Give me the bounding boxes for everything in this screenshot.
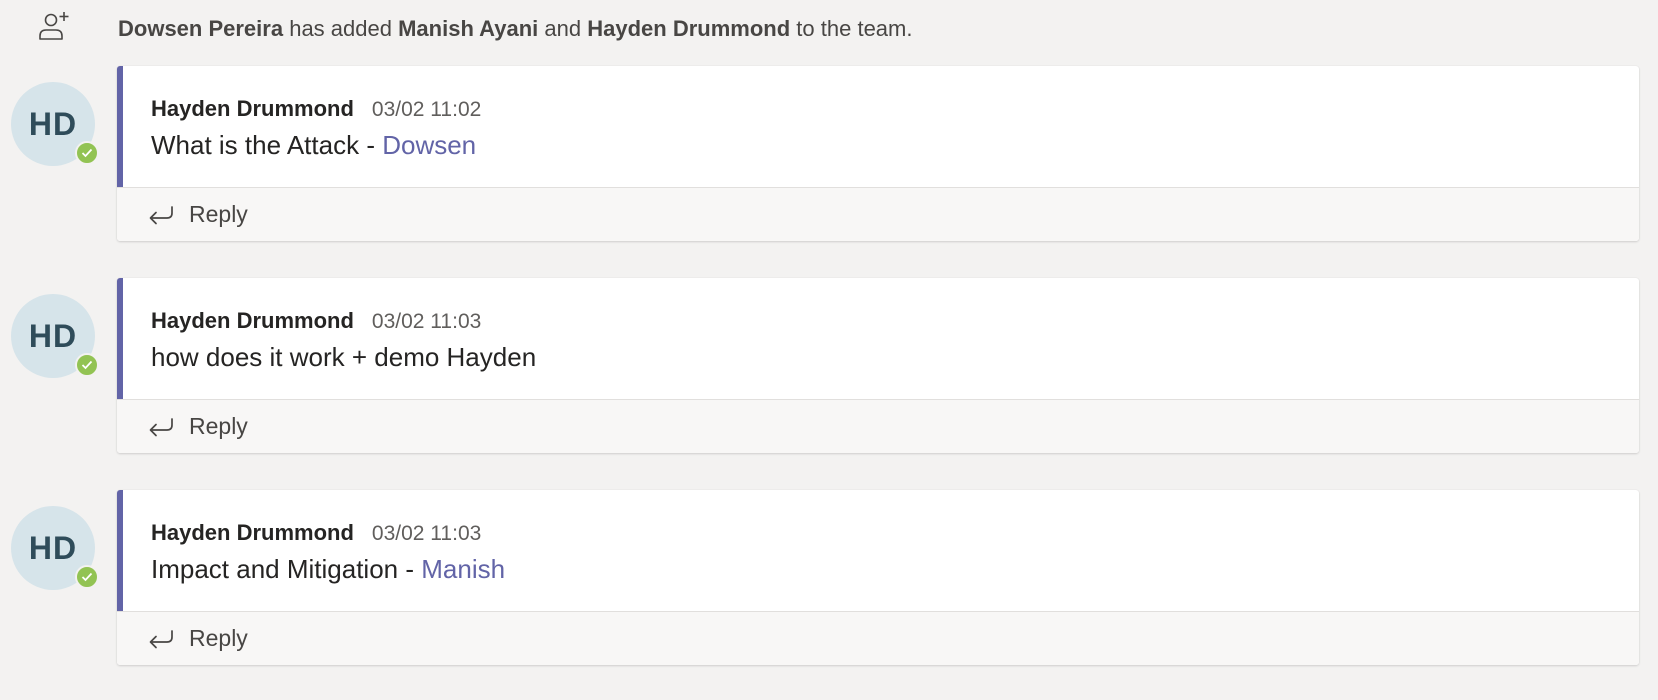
system-text-suffix: to the team. (796, 16, 913, 41)
reply-label: Reply (189, 413, 248, 439)
system-message: Dowsen Pereira has added Manish Ayani an… (0, 0, 1658, 58)
accent-bar (117, 490, 123, 611)
message-card[interactable]: Hayden Drummond 03/02 11:02 What is the A… (117, 66, 1639, 241)
system-actor-name[interactable]: Dowsen Pereira (118, 16, 283, 41)
message-thread: HD Hayden Drummond 03/02 11:03 Impact and… (0, 486, 1658, 666)
author-name[interactable]: Hayden Drummond (151, 520, 354, 545)
add-person-icon (36, 10, 72, 42)
reply-button[interactable]: Reply (117, 187, 1639, 241)
system-text-and: and (544, 16, 582, 41)
message-thread: HD Hayden Drummond 03/02 11:02 What is th… (0, 62, 1658, 242)
message-header: Hayden Drummond 03/02 11:03 (151, 306, 481, 337)
timestamp: 03/02 11:02 (371, 98, 482, 121)
author-name[interactable]: Hayden Drummond (151, 308, 354, 333)
avatar-initials: HD (28, 318, 78, 354)
message-body: What is the Attack - Dowsen (151, 127, 476, 163)
message-card[interactable]: Hayden Drummond 03/02 11:03 how does it w… (117, 278, 1639, 453)
reply-button[interactable]: Reply (117, 399, 1639, 453)
reply-arrow-icon (148, 627, 174, 651)
system-member-name[interactable]: Manish Ayani (398, 16, 538, 41)
accent-bar (117, 278, 123, 399)
message-thread: HD Hayden Drummond 03/02 11:03 how does i… (0, 274, 1658, 454)
message-card[interactable]: Hayden Drummond 03/02 11:03 Impact and Mi… (117, 490, 1639, 665)
message-header: Hayden Drummond 03/02 11:02 (151, 94, 481, 125)
reply-label: Reply (189, 625, 248, 651)
reply-arrow-icon (148, 415, 174, 439)
avatar-initials: HD (28, 106, 78, 142)
accent-bar (117, 66, 123, 187)
message-body: Impact and Mitigation - Manish (151, 551, 505, 587)
timestamp: 03/02 11:03 (371, 310, 482, 333)
system-message-text: Dowsen Pereira has added Manish Ayani an… (118, 15, 912, 43)
message-text: What is the Attack - (151, 130, 383, 160)
system-text-added: has added (289, 16, 392, 41)
message-header: Hayden Drummond 03/02 11:03 (151, 518, 481, 549)
presence-available-icon (75, 353, 99, 377)
reply-arrow-icon (148, 203, 174, 227)
mention-link[interactable]: Dowsen (382, 130, 476, 160)
timestamp: 03/02 11:03 (371, 522, 482, 545)
message-text: how does it work + demo Hayden (151, 342, 537, 372)
reply-label: Reply (189, 201, 248, 227)
presence-available-icon (75, 565, 99, 589)
message-body: how does it work + demo Hayden (151, 339, 536, 375)
avatar-initials: HD (28, 530, 78, 566)
mention-link[interactable]: Manish (421, 554, 505, 584)
reply-button[interactable]: Reply (117, 611, 1639, 665)
author-name[interactable]: Hayden Drummond (151, 96, 354, 121)
presence-available-icon (75, 141, 99, 165)
message-text: Impact and Mitigation - (151, 554, 422, 584)
system-member-name[interactable]: Hayden Drummond (587, 16, 790, 41)
